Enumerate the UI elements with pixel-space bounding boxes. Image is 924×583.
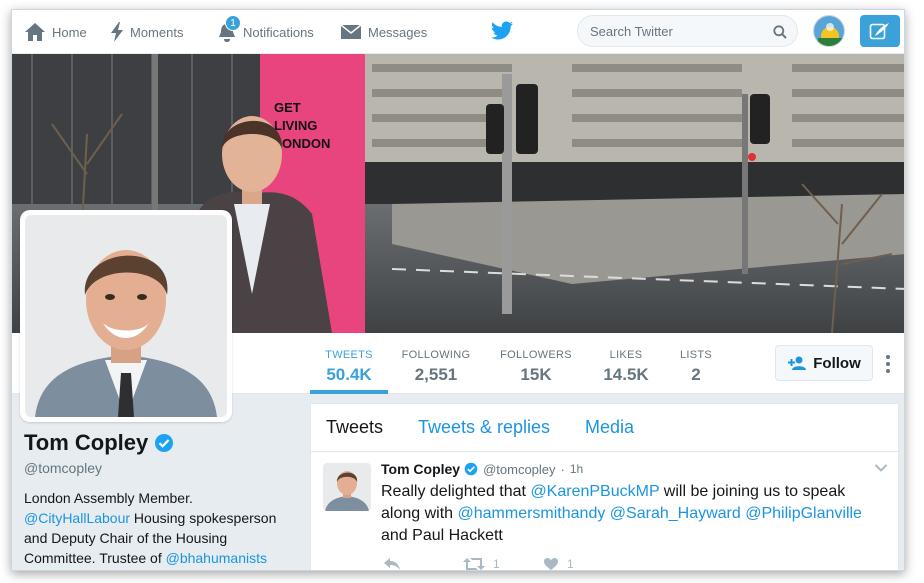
browser-window: Home Moments 1 Notifications Messages Se… <box>11 9 905 571</box>
bio-line-2: Housing spokesperson <box>130 510 277 526</box>
tweet-mention-philipglanville[interactable]: @PhilipGlanville <box>745 505 862 522</box>
sign-text-london: LONDON <box>274 136 330 151</box>
stat-likes-label: LIKES <box>609 349 643 361</box>
tweet-author-avatar-image <box>323 463 371 511</box>
stat-following-value: 2,551 <box>414 365 458 384</box>
profile-name-row: Tom Copley <box>24 430 296 456</box>
account-avatar[interactable] <box>813 15 845 47</box>
stat-lists-value: 2 <box>691 365 701 384</box>
top-navigation: Home Moments 1 Notifications Messages <box>12 10 904 54</box>
stat-likes-value: 14.5K <box>603 365 649 384</box>
tweet-author-avatar[interactable] <box>323 463 371 511</box>
nav-messages[interactable]: Messages <box>340 10 427 54</box>
envelope-icon <box>340 24 362 39</box>
bio-line-4: Committee. Trustee of <box>24 550 166 566</box>
tab-tweets-replies[interactable]: Tweets & replies <box>418 417 550 438</box>
bio-line-1: London Assembly Member. <box>24 490 193 506</box>
stat-likes[interactable]: LIKES 14.5K <box>592 333 660 394</box>
stat-followers-value: 15K <box>520 365 552 384</box>
stat-tweets-value: 50.4K <box>326 365 372 384</box>
more-options-icon[interactable] <box>882 353 894 375</box>
profile-avatar[interactable] <box>20 210 232 422</box>
tweet-item[interactable]: Tom Copley @tomcopley · 1h Really deligh… <box>311 453 898 571</box>
retweet-button[interactable]: 1 <box>463 557 500 571</box>
sign-text-living: LIVING <box>274 118 317 133</box>
heart-icon <box>544 558 558 570</box>
tweet-separator-dot: · <box>560 461 565 477</box>
tab-media[interactable]: Media <box>585 417 634 438</box>
verified-badge-icon <box>155 434 174 452</box>
tab-tweets[interactable]: Tweets <box>326 417 383 438</box>
retweet-count: 1 <box>493 557 500 571</box>
sign-text-get: GET <box>274 100 301 115</box>
tweet-author-name[interactable]: Tom Copley <box>381 461 460 477</box>
profile-name[interactable]: Tom Copley <box>24 430 148 456</box>
stat-lists[interactable]: LISTS 2 <box>670 333 722 394</box>
nav-home-label: Home <box>52 24 87 40</box>
bio-link-cityhalllabour[interactable]: @CityHallLabour <box>24 510 130 526</box>
tweet-timestamp[interactable]: 1h <box>570 462 583 476</box>
tweet-mention-sarah-hayward[interactable]: @Sarah_Hayward <box>610 505 741 522</box>
reply-icon <box>384 558 400 570</box>
tweet-mention-hammersmithandy[interactable]: @hammersmithandy <box>458 505 606 522</box>
compose-tweet-button[interactable] <box>860 15 900 47</box>
search-box <box>577 15 798 47</box>
profile-bio-card: Tom Copley @tomcopley London Assembly Me… <box>24 430 296 568</box>
nav-home[interactable]: Home <box>24 10 87 54</box>
quill-icon <box>869 23 889 40</box>
profile-handle[interactable]: @tomcopley <box>24 460 296 476</box>
tweet-actions: 1 1 <box>381 557 641 571</box>
follow-button-label: Follow <box>813 354 861 372</box>
tweet-text: Really delighted that @KarenPBuckMP will… <box>381 481 881 547</box>
lightning-icon <box>111 22 123 42</box>
follow-button[interactable]: Follow <box>775 345 873 381</box>
stat-followers[interactable]: FOLLOWERS 15K <box>496 333 576 394</box>
retweet-icon <box>463 558 485 570</box>
like-button[interactable]: 1 <box>543 557 574 571</box>
nav-moments-label: Moments <box>130 24 184 40</box>
bio-line-3: and Deputy Chair of the Housing <box>24 530 228 546</box>
notification-count-badge: 1 <box>225 15 241 31</box>
profile-bio: London Assembly Member. @CityHallLabour … <box>24 488 296 568</box>
nav-notifications-label: Notifications <box>243 24 314 40</box>
nav-messages-label: Messages <box>368 24 428 40</box>
stat-lists-label: LISTS <box>679 349 713 361</box>
tweet-mention-karenpbuckmp[interactable]: @KarenPBuckMP <box>530 483 659 500</box>
stat-tweets-label: TWEETS <box>325 349 373 361</box>
reply-button[interactable] <box>383 557 409 570</box>
twitter-bird-icon[interactable] <box>490 21 514 41</box>
search-input[interactable] <box>590 22 770 40</box>
timeline-tabs: Tweets Tweets & replies Media <box>311 404 898 452</box>
profile-avatar-image <box>25 215 227 417</box>
timeline-panel: Tweets Tweets & replies Media Tom Copley <box>310 403 899 571</box>
verified-badge-icon <box>464 462 478 476</box>
tweet-header: Tom Copley @tomcopley · 1h <box>381 461 583 477</box>
stat-following[interactable]: FOLLOWING 2,551 <box>396 333 476 394</box>
tweet-text-part: and Paul Hackett <box>381 527 503 544</box>
stat-tweets[interactable]: TWEETS 50.4K <box>310 333 388 394</box>
tweet-text-part: Really delighted that <box>381 483 531 500</box>
like-count: 1 <box>567 557 574 571</box>
add-user-icon <box>788 356 807 370</box>
bio-link-bhahumanists[interactable]: @bhahumanists <box>166 550 267 566</box>
stat-followers-label: FOLLOWERS <box>500 349 572 361</box>
nav-moments[interactable]: Moments <box>110 10 183 54</box>
stat-following-label: FOLLOWING <box>401 349 471 361</box>
chevron-down-icon[interactable] <box>874 463 888 473</box>
search-icon[interactable] <box>773 25 787 39</box>
nav-notifications[interactable]: 1 Notifications <box>217 10 314 54</box>
tweet-author-handle[interactable]: @tomcopley <box>483 462 555 477</box>
account-avatar-image <box>814 16 844 46</box>
home-icon <box>25 23 45 41</box>
